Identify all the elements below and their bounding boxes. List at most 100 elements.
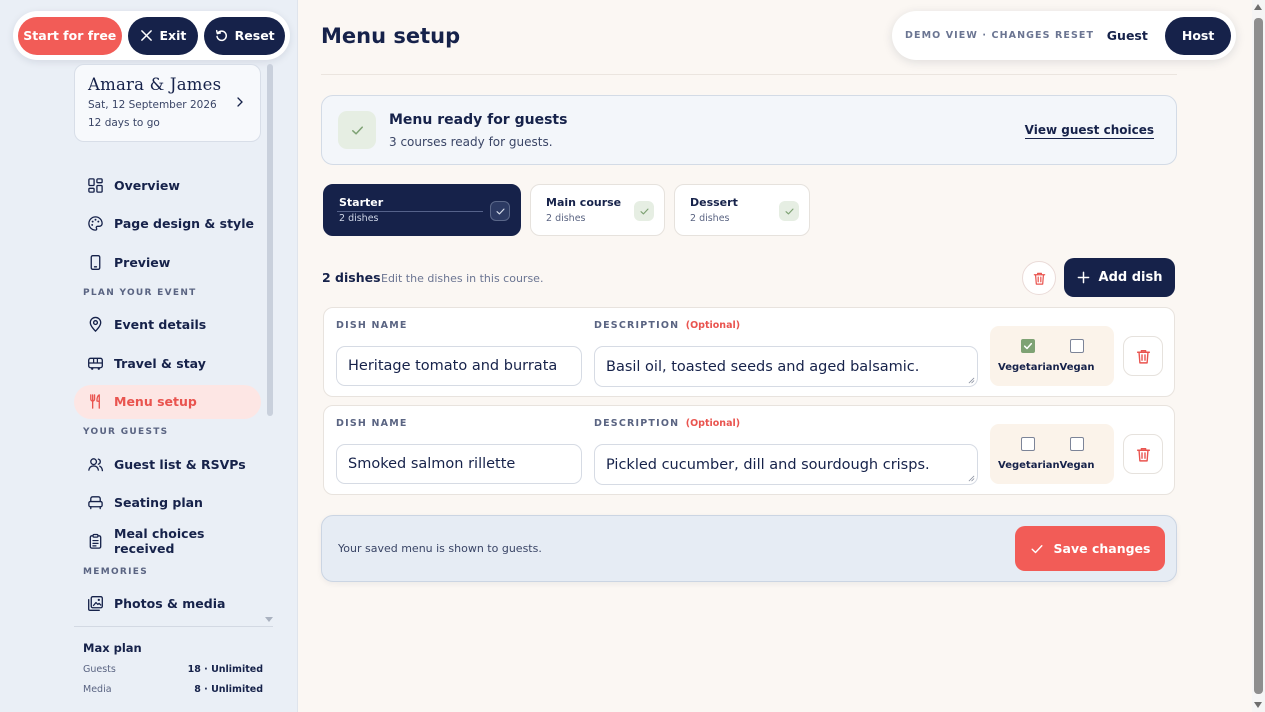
sidebar-scroll-down-arrow[interactable] bbox=[265, 617, 273, 622]
sidebar-item-label: Meal choices received bbox=[114, 526, 205, 556]
dish-row: DISH NAME DESCRIPTION (Optional) Smoked … bbox=[323, 405, 1175, 495]
dish-name-label: DISH NAME bbox=[336, 418, 408, 429]
nav-section-plan: PLAN YOUR EVENT bbox=[83, 287, 197, 298]
description-label: DESCRIPTION (Optional) bbox=[594, 320, 740, 331]
sidebar-item-label: Preview bbox=[114, 254, 171, 270]
event-date: Sat, 12 September 2026 bbox=[88, 99, 217, 111]
dish-description-text: Pickled cucumber, dill and sourdough cri… bbox=[606, 456, 930, 473]
start-for-free-label: Start for free bbox=[23, 28, 117, 43]
delete-dish-button[interactable] bbox=[1123, 336, 1163, 376]
sidebar-item-label: Guest list & RSVPs bbox=[114, 456, 246, 472]
sidebar-item-label: Seating plan bbox=[114, 495, 203, 510]
chevron-right-icon bbox=[235, 97, 245, 107]
plus-icon bbox=[1077, 271, 1090, 284]
description-label: DESCRIPTION (Optional) bbox=[594, 418, 740, 429]
diet-options: Vegetarian Vegan bbox=[990, 424, 1114, 484]
demo-toolbar: Start for free Exit Reset bbox=[13, 11, 290, 60]
scroll-thumb[interactable] bbox=[1254, 18, 1263, 694]
diet-options: Vegetarian Vegan bbox=[990, 326, 1114, 386]
sidebar-item-preview[interactable]: Preview bbox=[74, 245, 261, 279]
dish-description-text: Basil oil, toasted seeds and aged balsam… bbox=[606, 358, 920, 375]
demo-view-label: DEMO VIEW · CHANGES RESET bbox=[905, 30, 1095, 41]
plan-guests-row: Guests 18 · Unlimited bbox=[83, 664, 263, 675]
trash-icon bbox=[1135, 348, 1152, 365]
plan-summary: Max plan Guests 18 · Unlimited Media 8 ·… bbox=[74, 626, 273, 695]
tab-starter[interactable]: Starter 2 dishes bbox=[323, 184, 521, 236]
dish-name-label: DISH NAME bbox=[336, 320, 408, 331]
sidebar-item-event-details[interactable]: Event details bbox=[74, 308, 261, 342]
save-note: Your saved menu is shown to guests. bbox=[338, 542, 542, 555]
nav-section-memories: MEMORIES bbox=[83, 566, 149, 577]
vegan-checkbox[interactable] bbox=[1070, 339, 1084, 353]
nav-section-guests: YOUR GUESTS bbox=[83, 427, 169, 437]
save-changes-label: Save changes bbox=[1053, 541, 1151, 556]
scroll-up-arrow[interactable] bbox=[1254, 4, 1262, 10]
tab-main-course[interactable]: Main course 2 dishes bbox=[530, 184, 665, 236]
check-icon bbox=[490, 201, 510, 221]
plan-media-value: 8 · Unlimited bbox=[194, 684, 263, 695]
vegan-option[interactable]: Vegan bbox=[1047, 339, 1107, 373]
sidebar-item-meal-choices[interactable]: Meal choices received bbox=[74, 524, 261, 558]
fork-knife-icon bbox=[87, 393, 104, 410]
delete-course-button[interactable] bbox=[1022, 261, 1056, 295]
save-changes-button[interactable]: Save changes bbox=[1015, 526, 1165, 571]
guest-view-button[interactable]: Guest bbox=[1096, 28, 1158, 43]
start-for-free-button[interactable]: Start for free bbox=[18, 16, 122, 55]
sidebar-item-travel[interactable]: Travel & stay bbox=[74, 346, 261, 380]
add-dish-label: Add dish bbox=[1098, 270, 1163, 285]
dish-description-input[interactable]: Pickled cucumber, dill and sourdough cri… bbox=[594, 444, 978, 485]
dish-name-input[interactable]: Heritage tomato and burrata bbox=[336, 346, 582, 386]
resize-handle-icon[interactable] bbox=[968, 475, 975, 482]
vegan-option[interactable]: Vegan bbox=[1047, 437, 1107, 471]
plan-title: Max plan bbox=[83, 641, 142, 655]
reset-button[interactable]: Reset bbox=[204, 16, 285, 55]
sidebar-item-menu-setup[interactable]: Menu setup bbox=[74, 384, 261, 419]
window-scrollbar[interactable] bbox=[1252, 0, 1265, 712]
sidebar-item-page-design[interactable]: Page design & style bbox=[74, 207, 261, 241]
exit-button[interactable]: Exit bbox=[127, 16, 199, 55]
view-switcher: DEMO VIEW · CHANGES RESET Guest Host bbox=[892, 11, 1236, 60]
sidebar-nav: Overview Page design & style Preview PLA… bbox=[74, 168, 261, 625]
delete-dish-button[interactable] bbox=[1123, 434, 1163, 474]
phone-icon bbox=[87, 254, 104, 271]
optional-tag: (Optional) bbox=[685, 418, 741, 429]
images-icon bbox=[87, 595, 104, 612]
page-title: Menu setup bbox=[321, 24, 461, 48]
optional-tag: (Optional) bbox=[685, 320, 741, 331]
dish-name-input[interactable]: Smoked salmon rillette bbox=[336, 444, 582, 484]
check-icon bbox=[1030, 542, 1044, 556]
resize-handle-icon[interactable] bbox=[968, 377, 975, 384]
view-guest-choices-link[interactable]: View guest choices bbox=[1024, 123, 1154, 139]
tab-dessert[interactable]: Dessert 2 dishes bbox=[674, 184, 810, 236]
status-title: Menu ready for guests bbox=[389, 112, 568, 128]
check-icon bbox=[1023, 342, 1033, 350]
exit-label: Exit bbox=[159, 28, 187, 43]
description-label-text: DESCRIPTION bbox=[594, 418, 680, 429]
dish-count: 2 dishes bbox=[322, 270, 381, 285]
plan-guests-label: Guests bbox=[83, 664, 116, 675]
event-title: Amara & James bbox=[88, 75, 222, 94]
vegetarian-checkbox[interactable] bbox=[1021, 437, 1035, 451]
sidebar-scrollbar[interactable] bbox=[267, 64, 273, 416]
sidebar: Start for free Exit Reset Amara & James … bbox=[0, 0, 298, 712]
dish-description-input[interactable]: Basil oil, toasted seeds and aged balsam… bbox=[594, 346, 978, 387]
vegan-checkbox[interactable] bbox=[1070, 437, 1084, 451]
sidebar-item-seating[interactable]: Seating plan bbox=[74, 486, 261, 520]
bus-icon bbox=[87, 355, 104, 372]
reset-icon bbox=[215, 29, 228, 42]
sidebar-item-label: Menu setup bbox=[114, 394, 197, 409]
sidebar-item-photos[interactable]: Photos & media bbox=[74, 587, 261, 621]
vegetarian-checkbox[interactable] bbox=[1021, 339, 1035, 353]
add-dish-button[interactable]: Add dish bbox=[1064, 258, 1175, 297]
sofa-icon bbox=[87, 494, 104, 511]
host-view-button[interactable]: Host bbox=[1165, 16, 1232, 55]
reset-label: Reset bbox=[234, 28, 275, 43]
event-card[interactable]: Amara & James Sat, 12 September 2026 12 … bbox=[74, 64, 261, 142]
sidebar-item-guest-list[interactable]: Guest list & RSVPs bbox=[74, 447, 261, 481]
sidebar-item-overview[interactable]: Overview bbox=[74, 168, 261, 202]
status-subtitle: 3 courses ready for guests. bbox=[389, 135, 553, 149]
save-bar: Your saved menu is shown to guests. Save… bbox=[321, 515, 1177, 582]
trash-icon bbox=[1032, 271, 1047, 286]
scroll-down-arrow[interactable] bbox=[1254, 702, 1262, 708]
check-icon bbox=[779, 201, 799, 221]
